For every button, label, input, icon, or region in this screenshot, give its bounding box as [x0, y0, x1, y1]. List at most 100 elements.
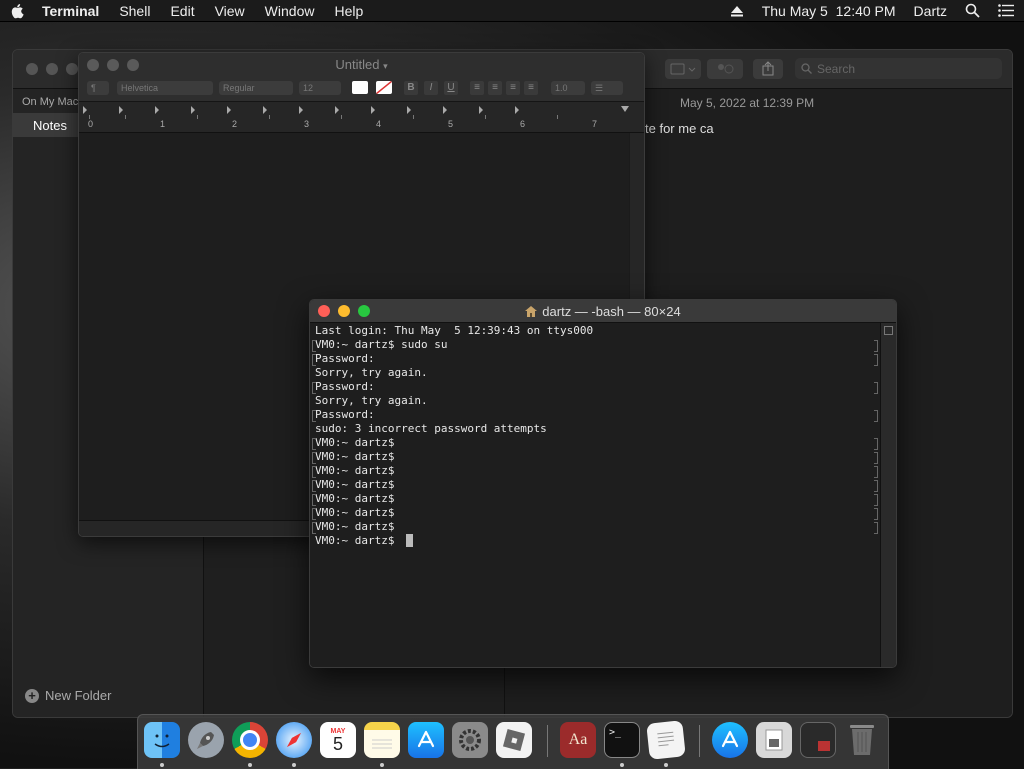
italic-button[interactable]: I — [424, 81, 438, 95]
new-folder-button[interactable]: + New Folder — [25, 688, 111, 703]
spotlight-search-icon[interactable] — [965, 3, 980, 18]
calendar-day: 5 — [332, 733, 343, 754]
textedit-icon[interactable] — [646, 720, 686, 760]
app-store-icon[interactable] — [408, 722, 444, 758]
safari-icon[interactable] — [276, 722, 312, 758]
terminal-line: Sorry, try again. — [315, 366, 428, 379]
line-spacing-select[interactable]: 1.0 — [551, 81, 585, 95]
align-right-button[interactable]: ≡ — [506, 81, 520, 95]
search-placeholder: Search — [817, 61, 856, 76]
align-justify-button[interactable]: ≡ — [524, 81, 538, 95]
ruler-tab-stop[interactable] — [299, 106, 303, 114]
underline-button[interactable]: U — [444, 81, 458, 95]
paragraph-style-select[interactable]: ¶ — [87, 81, 109, 95]
ruler-tab-stop[interactable] — [191, 106, 195, 114]
document-lines-icon — [657, 731, 675, 747]
menu-user[interactable]: Dartz — [914, 3, 947, 19]
font-size-select[interactable]: 12 — [299, 81, 341, 95]
trash-icon[interactable] — [844, 722, 880, 758]
note-text[interactable]: te for me ca — [645, 121, 714, 136]
ruler-tab-stop[interactable] — [335, 106, 339, 114]
terminal-icon[interactable]: >_ — [604, 722, 640, 758]
terminal-scroll-marker-icon[interactable] — [884, 326, 893, 335]
notes-zoom-button[interactable] — [66, 63, 78, 75]
finder-icon[interactable] — [144, 722, 180, 758]
ruler-tab-stop[interactable] — [227, 106, 231, 114]
notes-search-field[interactable]: Search — [795, 58, 1002, 79]
notes-icon[interactable] — [364, 722, 400, 758]
align-left-button[interactable]: ≡ — [470, 81, 484, 95]
ruler-right-margin-marker[interactable] — [621, 106, 629, 112]
notes-share-button[interactable] — [753, 59, 783, 79]
ruler-label: 2 — [232, 119, 238, 129]
ruler-tab-stop[interactable] — [407, 106, 411, 114]
align-center-button[interactable]: ≡ — [488, 81, 502, 95]
terminal-title-text: dartz — -bash — 80×24 — [542, 304, 681, 319]
chrome-icon[interactable] — [232, 722, 268, 758]
terminal-vertical-scrollbar[interactable] — [880, 323, 896, 667]
document-title: Untitled — [335, 57, 380, 72]
notes-minimize-button[interactable] — [46, 63, 58, 75]
terminal-titlebar: dartz — -bash — 80×24 — [310, 300, 896, 323]
ruler-tab-stop[interactable] — [155, 106, 159, 114]
ruler-label: 0 — [88, 119, 94, 129]
apple-menu-icon[interactable] — [10, 3, 24, 19]
textedit-title[interactable]: Untitled ▾ — [79, 57, 644, 72]
terminal-screen[interactable]: Last login: Thu May 5 12:39:43 on ttys00… — [310, 323, 880, 667]
notes-media-button[interactable] — [665, 59, 701, 79]
command-mark — [874, 410, 878, 422]
command-mark — [312, 340, 316, 352]
menu-help[interactable]: Help — [334, 3, 363, 19]
app-store-a-icon — [417, 730, 435, 748]
system-preferences-icon[interactable] — [452, 722, 488, 758]
ruler-tab-stop[interactable] — [263, 106, 267, 114]
bold-button[interactable]: B — [404, 81, 418, 95]
command-mark — [312, 382, 316, 394]
command-mark — [874, 494, 878, 506]
terminal-line: VM0:~ dartz$ — [315, 436, 395, 449]
ruler-tab-stop[interactable] — [479, 106, 483, 114]
running-indicator — [664, 763, 668, 767]
list-style-select[interactable]: ☰ — [591, 81, 623, 95]
command-mark — [874, 522, 878, 534]
ruler-indent-marker[interactable] — [83, 106, 87, 114]
notification-center-icon[interactable] — [998, 4, 1014, 17]
ruler-tab-stop[interactable] — [443, 106, 447, 114]
running-indicator — [160, 763, 164, 767]
app-store-downloads-icon[interactable] — [712, 722, 748, 758]
notes-collaborate-button[interactable] — [707, 59, 743, 79]
plus-circle-icon: + — [25, 688, 39, 703]
menu-edit[interactable]: Edit — [170, 3, 194, 19]
new-folder-label: New Folder — [45, 688, 112, 703]
ruler-label: 4 — [376, 119, 382, 129]
font-family-select[interactable]: Helvetica — [117, 81, 213, 95]
ruler-label: 1 — [160, 119, 166, 129]
menu-window[interactable]: Window — [265, 3, 315, 19]
screenshot-icon[interactable] — [800, 722, 836, 758]
terminal-line: VM0:~ dartz$ — [315, 520, 395, 533]
ruler-tab-stop[interactable] — [515, 106, 519, 114]
ruler-tab-stop[interactable] — [371, 106, 375, 114]
launchpad-icon[interactable] — [188, 722, 224, 758]
finder-face-icon — [154, 734, 170, 748]
notes-close-button[interactable] — [26, 63, 38, 75]
background-color-swatch[interactable] — [376, 81, 392, 94]
terminal-line: VM0:~ dartz$ — [315, 534, 402, 547]
ruler[interactable]: 0 1 2 3 4 5 6 7 — [79, 102, 644, 133]
eject-icon[interactable] — [730, 5, 744, 17]
preview-icon[interactable] — [756, 722, 792, 758]
menu-bar: Terminal Shell Edit View Window Help Thu… — [0, 0, 1024, 22]
menu-view[interactable]: View — [215, 3, 245, 19]
dictionary-icon[interactable]: Aa — [560, 722, 596, 758]
font-style-select[interactable]: Regular — [219, 81, 293, 95]
chevron-down-icon: ▾ — [383, 61, 388, 71]
text-color-swatch[interactable] — [352, 81, 368, 94]
running-indicator — [620, 763, 624, 767]
menu-clock[interactable]: Thu May 5 12:40 PM — [762, 3, 896, 19]
ruler-tab-stop[interactable] — [119, 106, 123, 114]
calendar-icon[interactable]: MAY 5 — [320, 722, 356, 758]
roblox-icon[interactable] — [496, 722, 532, 758]
menu-shell[interactable]: Shell — [119, 3, 150, 19]
menu-app-terminal[interactable]: Terminal — [42, 3, 99, 19]
command-mark — [312, 480, 316, 492]
